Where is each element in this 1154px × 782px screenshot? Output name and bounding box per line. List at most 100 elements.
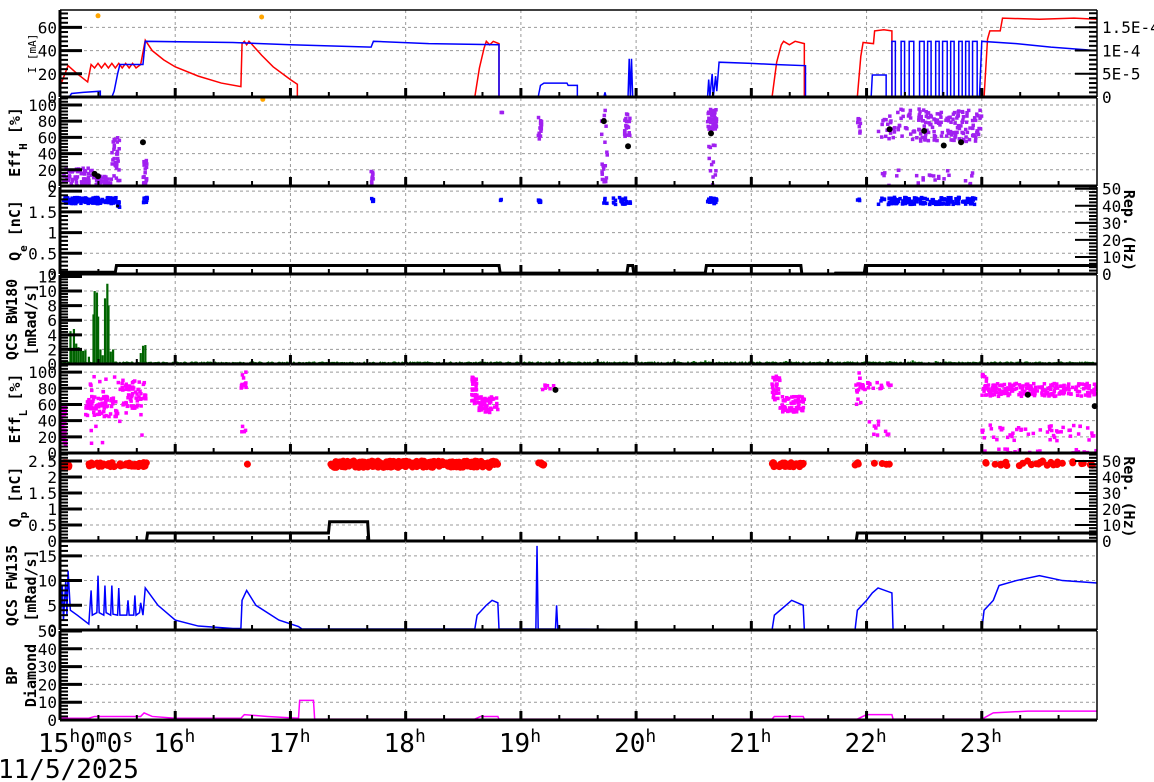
marker-dot xyxy=(886,126,893,133)
scatter-point xyxy=(903,201,908,206)
scatter-point xyxy=(930,125,935,130)
scatter-point xyxy=(1003,462,1011,470)
scatter-point xyxy=(1058,384,1063,389)
scatter-point xyxy=(786,409,790,414)
current-pulse xyxy=(949,40,955,97)
scatter-point xyxy=(708,169,713,173)
scatter-point xyxy=(932,129,936,134)
scatter-point xyxy=(713,173,718,177)
x-tick-value: 23 xyxy=(960,729,991,759)
scatter-point xyxy=(706,111,710,116)
current-pulse xyxy=(971,40,978,97)
scatter-point xyxy=(124,411,128,415)
x-tick-unit: h xyxy=(300,726,311,747)
scatter-point xyxy=(1048,437,1052,442)
current-pulse xyxy=(900,40,906,97)
bw180-bar xyxy=(75,343,78,364)
scatter-point xyxy=(145,196,150,200)
scatter-point xyxy=(1004,390,1009,394)
scatter-point xyxy=(370,176,374,181)
y-label-space xyxy=(6,401,24,410)
panel-data-effh xyxy=(61,107,984,186)
scatter-point xyxy=(982,389,986,393)
scatter-point xyxy=(496,407,500,412)
scatter-point xyxy=(624,112,629,116)
scatter-point xyxy=(885,433,889,437)
scatter-point xyxy=(1032,460,1040,468)
scatter-point xyxy=(1019,394,1024,399)
scatter-point xyxy=(790,401,794,406)
scatter-point xyxy=(628,201,633,205)
scatter-point xyxy=(706,124,710,129)
scatter-point xyxy=(949,138,953,142)
scatter-point xyxy=(772,396,777,401)
scatter-point xyxy=(406,461,414,469)
x-tick-unit: h xyxy=(530,726,541,747)
scatter-point xyxy=(1003,447,1007,451)
panel-bw180: 024681012QCS BW180 [mRad/s] xyxy=(3,267,1098,374)
scatter-point xyxy=(927,202,932,207)
scatter-point xyxy=(144,160,148,164)
scatter-point xyxy=(1086,394,1090,398)
scatter-point xyxy=(471,377,476,381)
right-tick-label: 30 xyxy=(1102,214,1121,233)
scatter-point xyxy=(135,403,140,407)
scatter-point xyxy=(999,391,1003,395)
scatter-point xyxy=(141,175,145,180)
x-tick-label: 22h xyxy=(845,726,887,760)
scatter-point xyxy=(1052,390,1056,394)
scatter-point xyxy=(487,401,492,405)
scatter-point xyxy=(71,201,76,206)
scatter-point xyxy=(369,180,374,184)
scatter-point xyxy=(904,126,908,130)
scatter-point xyxy=(537,459,545,467)
scatter-point xyxy=(770,382,774,386)
scatter-point xyxy=(240,424,245,429)
scatter-point xyxy=(481,460,489,468)
marker-dot xyxy=(625,143,632,150)
scatter-point xyxy=(95,412,100,417)
date-label: 11/5/2025 xyxy=(0,755,139,782)
scatter-point xyxy=(471,398,475,403)
scatter-point xyxy=(705,119,710,124)
scatter-point xyxy=(144,397,148,401)
scatter-point xyxy=(604,124,608,128)
scatter-point xyxy=(983,393,988,397)
scatter-point xyxy=(1040,388,1045,393)
scatter-point xyxy=(536,115,541,120)
y-tick-label: 20 xyxy=(38,675,57,694)
scatter-point xyxy=(605,201,609,206)
x-tick-unit: h xyxy=(761,726,772,747)
scatter-point xyxy=(865,380,870,385)
scatter-point xyxy=(880,122,884,127)
scatter-point xyxy=(923,201,928,206)
scatter-point xyxy=(1031,381,1036,386)
scatter-point xyxy=(907,199,911,203)
scatter-point xyxy=(901,114,905,119)
scatter-point xyxy=(92,413,97,417)
scatter-point xyxy=(120,381,124,386)
bw180-bar xyxy=(99,349,102,364)
scatter-point xyxy=(854,402,859,407)
scatter-point xyxy=(482,401,487,406)
scatter-point xyxy=(471,382,475,386)
scatter-point xyxy=(889,196,893,201)
scatter-point xyxy=(973,139,978,143)
scatter-point xyxy=(537,200,542,205)
scatter-point xyxy=(777,391,781,395)
scatter-point xyxy=(879,135,884,139)
scatter-point xyxy=(112,375,117,379)
scatter-point xyxy=(118,419,122,424)
scatter-point xyxy=(995,437,999,442)
scatter-point xyxy=(115,136,120,140)
y-tick-label: 2.5 xyxy=(28,452,57,471)
y-tick-label: 80 xyxy=(38,112,57,131)
scatter-point xyxy=(117,178,122,183)
scatter-point xyxy=(602,201,606,205)
scatter-point xyxy=(1037,385,1041,389)
scatter-point xyxy=(888,114,892,118)
scatter-point xyxy=(1008,384,1013,388)
scatter-point xyxy=(1087,438,1091,442)
scatter-point xyxy=(947,173,951,178)
scatter-point xyxy=(802,397,807,402)
